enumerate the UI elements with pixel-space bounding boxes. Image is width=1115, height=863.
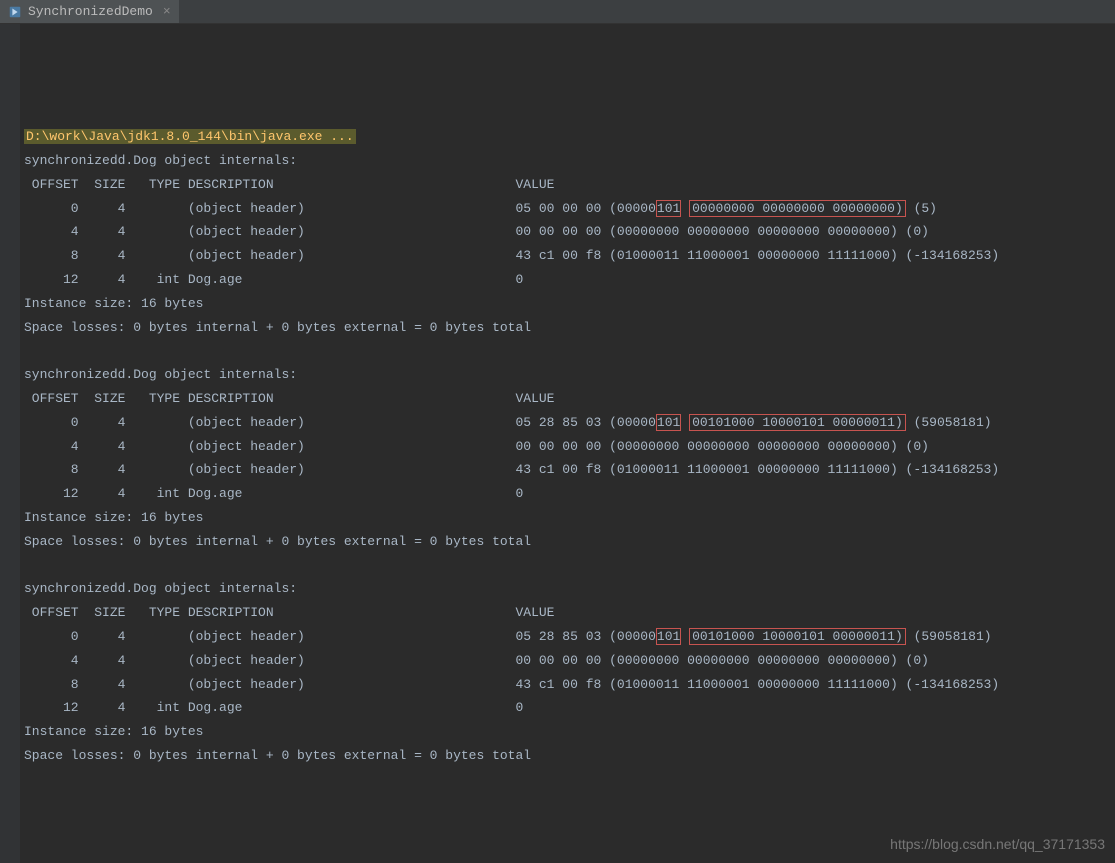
table-row: 12 4 int Dog.age 0 — [24, 696, 1115, 720]
table-row: 8 4 (object header) 43 c1 00 f8 (0100001… — [24, 458, 1115, 482]
instance-size: Instance size: 16 bytes — [24, 720, 1115, 744]
instance-size: Instance size: 16 bytes — [24, 292, 1115, 316]
columns-header: OFFSET SIZE TYPE DESCRIPTION VALUE — [24, 173, 1115, 197]
watermark: https://blog.csdn.net/qq_37171353 — [890, 833, 1105, 857]
space-losses: Space losses: 0 bytes internal + 0 bytes… — [24, 316, 1115, 340]
table-row: 0 4 (object header) 05 28 85 03 (0000010… — [24, 411, 1115, 435]
table-row: 4 4 (object header) 00 00 00 00 (0000000… — [24, 435, 1115, 459]
highlight-bytes: 00101000 10000101 00000011) — [689, 414, 906, 431]
space-losses: Space losses: 0 bytes internal + 0 bytes… — [24, 744, 1115, 768]
table-row: 0 4 (object header) 05 28 85 03 (0000010… — [24, 625, 1115, 649]
table-row: 0 4 (object header) 05 00 00 00 (0000010… — [24, 197, 1115, 221]
table-row: 8 4 (object header) 43 c1 00 f8 (0100001… — [24, 244, 1115, 268]
blank-line — [24, 339, 1115, 363]
block-header: synchronizedd.Dog object internals: — [24, 577, 1115, 601]
highlight-bits: 101 — [656, 414, 681, 431]
columns-header: OFFSET SIZE TYPE DESCRIPTION VALUE — [24, 601, 1115, 625]
space-losses: Space losses: 0 bytes internal + 0 bytes… — [24, 530, 1115, 554]
command-line: D:\work\Java\jdk1.8.0_144\bin\java.exe .… — [24, 129, 356, 144]
tab-title: SynchronizedDemo — [28, 4, 153, 19]
table-row: 4 4 (object header) 00 00 00 00 (0000000… — [24, 220, 1115, 244]
run-icon — [8, 5, 22, 19]
instance-size: Instance size: 16 bytes — [24, 506, 1115, 530]
gutter — [0, 24, 20, 863]
table-row: 8 4 (object header) 43 c1 00 f8 (0100001… — [24, 673, 1115, 697]
columns-header: OFFSET SIZE TYPE DESCRIPTION VALUE — [24, 387, 1115, 411]
block-header: synchronizedd.Dog object internals: — [24, 149, 1115, 173]
block-header: synchronizedd.Dog object internals: — [24, 363, 1115, 387]
tab-synchronized-demo[interactable]: SynchronizedDemo × — [0, 0, 179, 23]
highlight-bytes: 00000000 00000000 00000000) — [689, 200, 906, 217]
table-row: 4 4 (object header) 00 00 00 00 (0000000… — [24, 649, 1115, 673]
table-row: 12 4 int Dog.age 0 — [24, 268, 1115, 292]
console-output: D:\work\Java\jdk1.8.0_144\bin\java.exe .… — [0, 24, 1115, 863]
console-content[interactable]: D:\work\Java\jdk1.8.0_144\bin\java.exe .… — [24, 95, 1115, 815]
tab-bar: SynchronizedDemo × — [0, 0, 1115, 24]
blank-line — [24, 554, 1115, 578]
highlight-bits: 101 — [656, 628, 681, 645]
highlight-bytes: 00101000 10000101 00000011) — [689, 628, 906, 645]
highlight-bits: 101 — [656, 200, 681, 217]
table-row: 12 4 int Dog.age 0 — [24, 482, 1115, 506]
close-icon[interactable]: × — [163, 4, 171, 19]
